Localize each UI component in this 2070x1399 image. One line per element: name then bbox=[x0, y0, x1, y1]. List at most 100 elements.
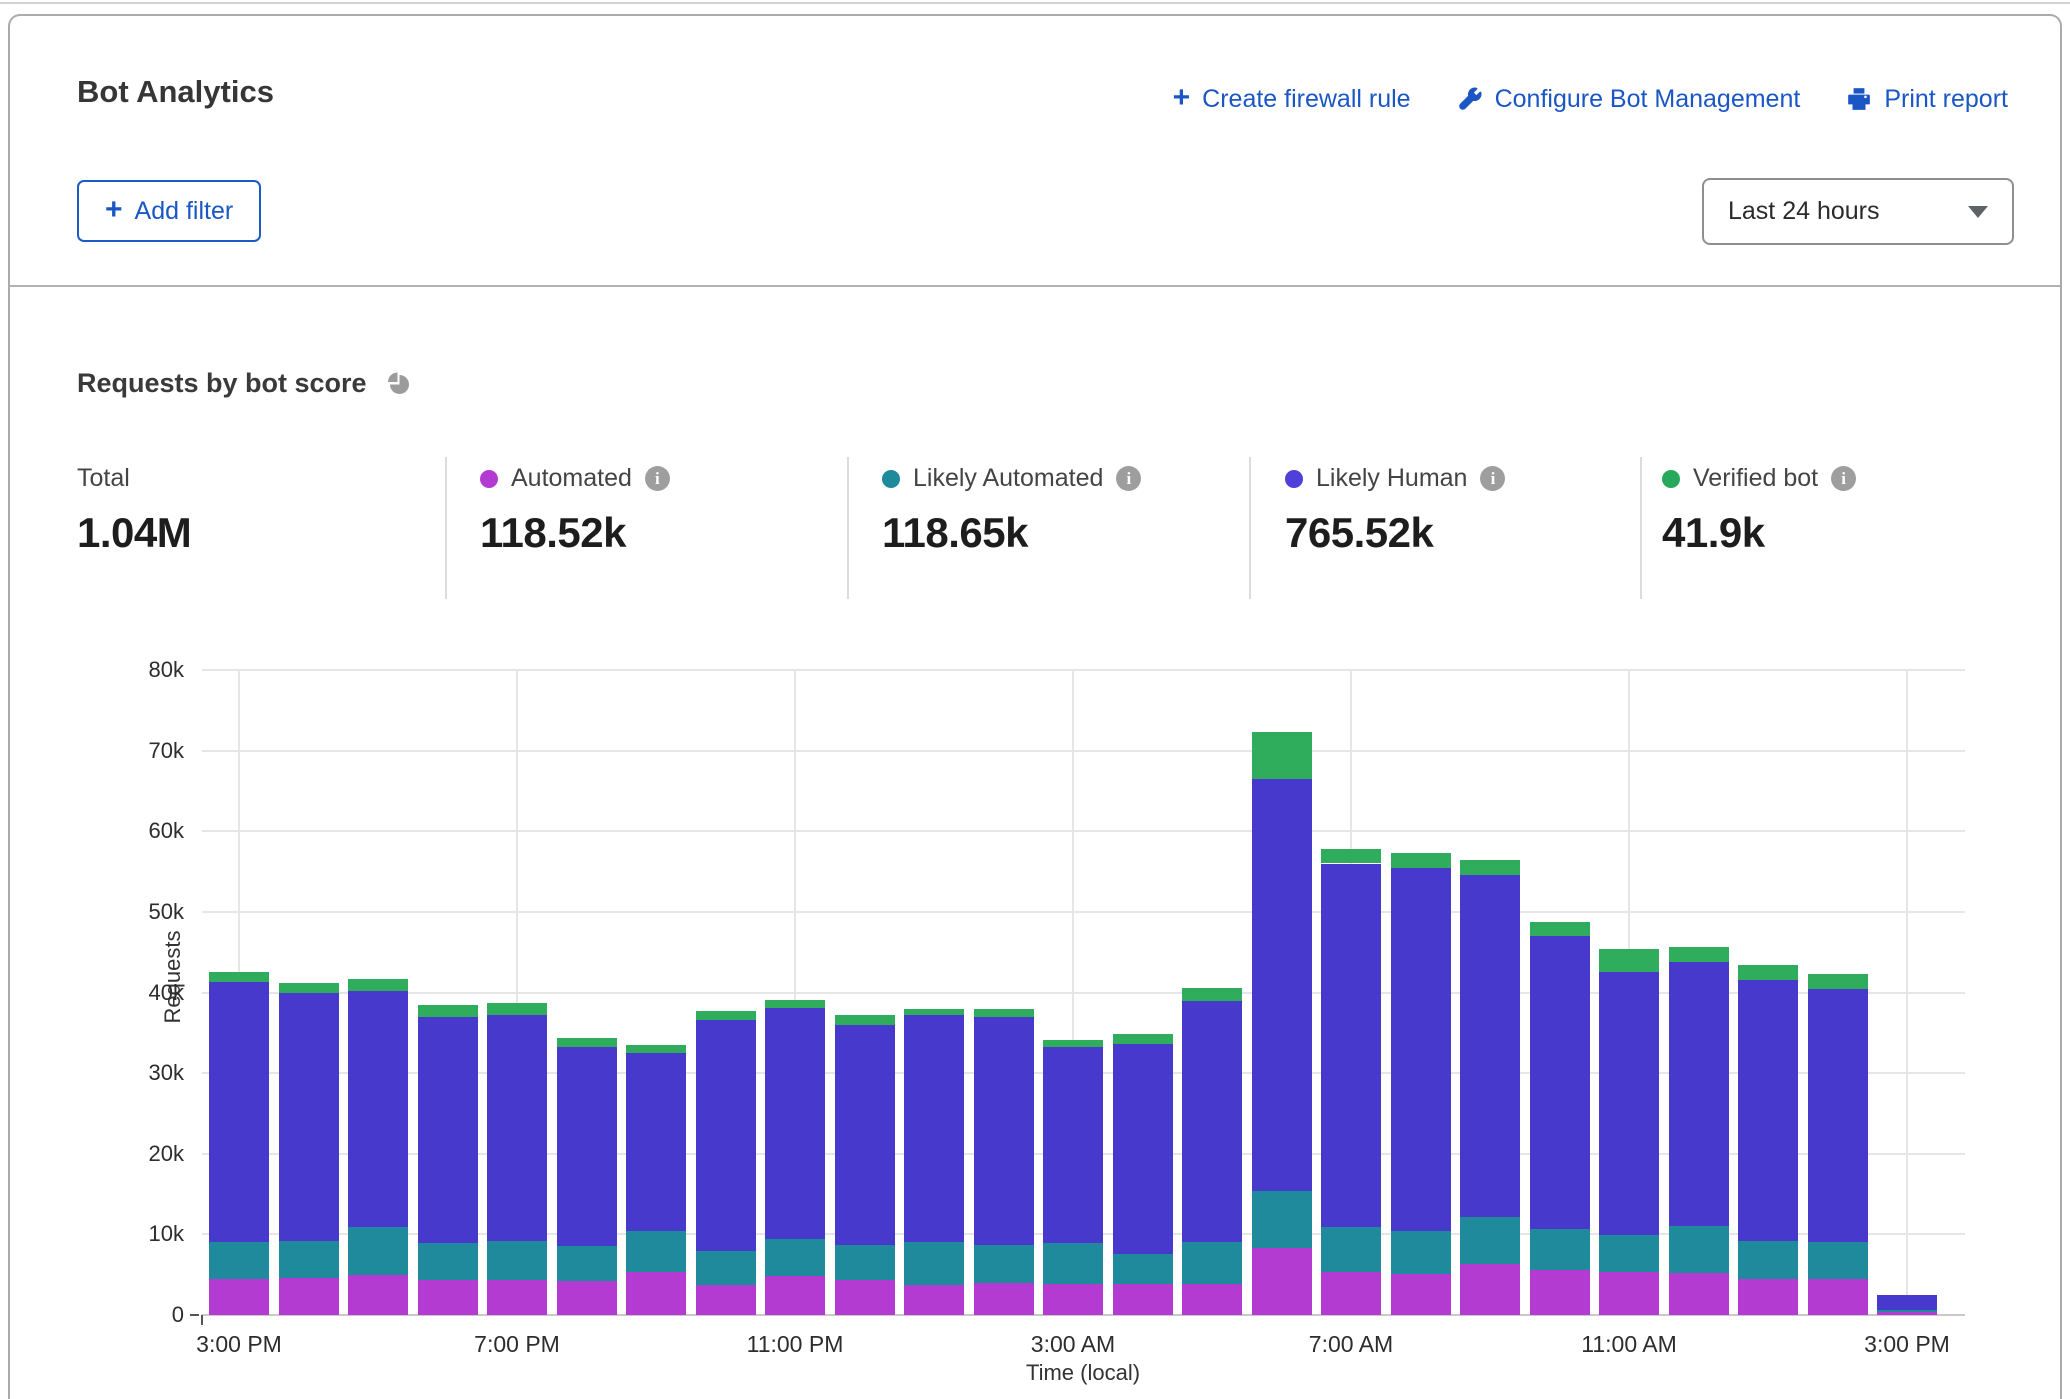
bar-segment-automated[interactable] bbox=[1391, 1274, 1451, 1315]
bar-segment-automated[interactable] bbox=[1877, 1312, 1937, 1315]
bar-segment-likely-human[interactable] bbox=[279, 993, 339, 1241]
bar-segment-likely-automated[interactable] bbox=[1530, 1229, 1590, 1270]
bar-segment-likely-human[interactable] bbox=[974, 1017, 1034, 1245]
bar-segment-likely-human[interactable] bbox=[418, 1017, 478, 1243]
bar-segment-likely-human[interactable] bbox=[348, 991, 408, 1227]
bar-segment-verified-bot[interactable] bbox=[974, 1009, 1034, 1016]
create-firewall-rule-link[interactable]: + Create firewall rule bbox=[1173, 84, 1411, 114]
info-icon[interactable]: i bbox=[1831, 466, 1856, 491]
bar-segment-likely-automated[interactable] bbox=[1043, 1243, 1103, 1283]
print-report-link[interactable]: Print report bbox=[1846, 85, 2008, 114]
bar-segment-automated[interactable] bbox=[1043, 1284, 1103, 1315]
bar-segment-likely-human[interactable] bbox=[1252, 779, 1312, 1191]
bar-segment-verified-bot[interactable] bbox=[1669, 947, 1729, 962]
bar-segment-verified-bot[interactable] bbox=[279, 983, 339, 993]
bar-segment-likely-automated[interactable] bbox=[418, 1243, 478, 1280]
bar-segment-likely-human[interactable] bbox=[209, 982, 269, 1242]
bar-segment-verified-bot[interactable] bbox=[1599, 949, 1659, 972]
bar-segment-automated[interactable] bbox=[1252, 1248, 1312, 1315]
bar-segment-automated[interactable] bbox=[626, 1272, 686, 1315]
bar-segment-likely-human[interactable] bbox=[1738, 980, 1798, 1241]
bar-segment-likely-human[interactable] bbox=[1043, 1047, 1103, 1243]
bar-segment-verified-bot[interactable] bbox=[487, 1003, 547, 1015]
bar-segment-likely-automated[interactable] bbox=[557, 1246, 617, 1281]
bar-segment-automated[interactable] bbox=[279, 1278, 339, 1315]
bar-segment-likely-automated[interactable] bbox=[487, 1241, 547, 1280]
bar-segment-likely-automated[interactable] bbox=[1738, 1241, 1798, 1279]
bar-segment-verified-bot[interactable] bbox=[1391, 853, 1451, 868]
bar-segment-likely-automated[interactable] bbox=[279, 1241, 339, 1278]
bar-segment-automated[interactable] bbox=[696, 1285, 756, 1315]
bar-segment-likely-automated[interactable] bbox=[1113, 1254, 1173, 1285]
bar-segment-automated[interactable] bbox=[1669, 1273, 1729, 1315]
bar-segment-automated[interactable] bbox=[835, 1280, 895, 1315]
bar-segment-automated[interactable] bbox=[418, 1280, 478, 1315]
bar-segment-likely-automated[interactable] bbox=[904, 1242, 964, 1285]
bar-segment-likely-automated[interactable] bbox=[209, 1242, 269, 1278]
bar-segment-likely-human[interactable] bbox=[1460, 875, 1520, 1218]
bar-segment-verified-bot[interactable] bbox=[348, 979, 408, 991]
configure-bot-management-link[interactable]: Configure Bot Management bbox=[1457, 85, 1801, 114]
bar-segment-likely-automated[interactable] bbox=[1252, 1191, 1312, 1248]
bar-segment-likely-human[interactable] bbox=[904, 1015, 964, 1242]
bar-segment-likely-automated[interactable] bbox=[1391, 1231, 1451, 1274]
bar-segment-verified-bot[interactable] bbox=[1530, 922, 1590, 937]
bar-segment-verified-bot[interactable] bbox=[1460, 860, 1520, 875]
bar-segment-automated[interactable] bbox=[557, 1281, 617, 1315]
bar-segment-automated[interactable] bbox=[1530, 1270, 1590, 1315]
bar-segment-verified-bot[interactable] bbox=[1252, 732, 1312, 779]
bar-segment-verified-bot[interactable] bbox=[1043, 1040, 1103, 1047]
bar-segment-likely-automated[interactable] bbox=[974, 1245, 1034, 1283]
bar-segment-likely-automated[interactable] bbox=[1877, 1310, 1937, 1312]
info-icon[interactable]: i bbox=[1116, 466, 1141, 491]
bar-segment-verified-bot[interactable] bbox=[904, 1009, 964, 1015]
bar-segment-likely-human[interactable] bbox=[835, 1025, 895, 1245]
bar-segment-likely-automated[interactable] bbox=[1599, 1235, 1659, 1272]
bar-segment-verified-bot[interactable] bbox=[209, 972, 269, 982]
bar-segment-likely-human[interactable] bbox=[1391, 868, 1451, 1231]
bar-segment-likely-automated[interactable] bbox=[1808, 1242, 1868, 1278]
bar-segment-verified-bot[interactable] bbox=[418, 1005, 478, 1017]
bar-segment-likely-human[interactable] bbox=[1599, 972, 1659, 1235]
bar-segment-likely-automated[interactable] bbox=[696, 1251, 756, 1285]
bar-segment-automated[interactable] bbox=[487, 1280, 547, 1315]
bar-segment-automated[interactable] bbox=[765, 1276, 825, 1315]
bar-segment-verified-bot[interactable] bbox=[1113, 1034, 1173, 1044]
bar-segment-automated[interactable] bbox=[1321, 1272, 1381, 1315]
bar-segment-verified-bot[interactable] bbox=[1738, 965, 1798, 980]
bar-segment-automated[interactable] bbox=[904, 1285, 964, 1315]
bar-segment-automated[interactable] bbox=[1599, 1272, 1659, 1315]
bar-segment-likely-human[interactable] bbox=[626, 1053, 686, 1231]
bar-segment-automated[interactable] bbox=[1738, 1279, 1798, 1315]
bar-segment-likely-human[interactable] bbox=[1113, 1044, 1173, 1254]
bar-segment-verified-bot[interactable] bbox=[626, 1045, 686, 1053]
bar-segment-likely-automated[interactable] bbox=[1321, 1227, 1381, 1272]
bar-segment-likely-human[interactable] bbox=[696, 1020, 756, 1251]
info-icon[interactable]: i bbox=[645, 466, 670, 491]
bar-segment-likely-automated[interactable] bbox=[626, 1231, 686, 1272]
bar-segment-likely-human[interactable] bbox=[1530, 936, 1590, 1229]
bar-segment-likely-automated[interactable] bbox=[1669, 1226, 1729, 1274]
bar-segment-likely-automated[interactable] bbox=[348, 1227, 408, 1275]
bar-segment-automated[interactable] bbox=[1808, 1279, 1868, 1315]
bar-segment-likely-human[interactable] bbox=[557, 1047, 617, 1245]
bar-segment-verified-bot[interactable] bbox=[1321, 849, 1381, 864]
bar-segment-likely-automated[interactable] bbox=[765, 1239, 825, 1276]
bar-segment-automated[interactable] bbox=[348, 1275, 408, 1315]
bar-segment-automated[interactable] bbox=[209, 1279, 269, 1315]
bar-segment-automated[interactable] bbox=[974, 1283, 1034, 1315]
bar-segment-likely-human[interactable] bbox=[1321, 864, 1381, 1228]
bar-segment-likely-human[interactable] bbox=[1877, 1295, 1937, 1310]
bar-segment-automated[interactable] bbox=[1113, 1284, 1173, 1315]
bar-segment-likely-automated[interactable] bbox=[835, 1245, 895, 1280]
add-filter-button[interactable]: + Add filter bbox=[77, 180, 261, 242]
time-range-select[interactable]: Last 24 hours bbox=[1702, 178, 2014, 245]
bar-segment-verified-bot[interactable] bbox=[696, 1011, 756, 1020]
bar-segment-verified-bot[interactable] bbox=[1808, 974, 1868, 989]
bar-segment-likely-human[interactable] bbox=[1669, 962, 1729, 1226]
bar-segment-automated[interactable] bbox=[1460, 1264, 1520, 1315]
bar-segment-likely-human[interactable] bbox=[1808, 989, 1868, 1242]
bar-segment-likely-human[interactable] bbox=[1182, 1001, 1242, 1243]
info-icon[interactable]: i bbox=[1480, 466, 1505, 491]
bar-segment-likely-automated[interactable] bbox=[1460, 1217, 1520, 1264]
